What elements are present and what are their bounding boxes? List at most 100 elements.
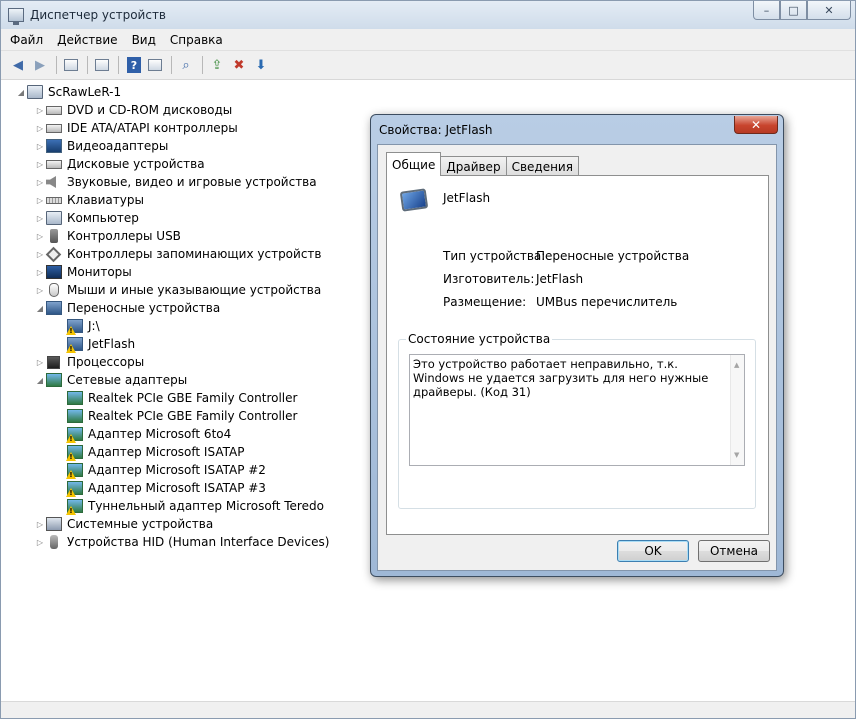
toolbar-separator	[118, 56, 119, 74]
scroll-up-icon[interactable]: ▲	[734, 358, 739, 372]
tree-root[interactable]: ◢ ScRawLeR-1	[15, 83, 121, 101]
tree-category[interactable]: ◢ Переносные устройства	[34, 299, 220, 317]
tree-category[interactable]: ◢ Сетевые адаптеры	[34, 371, 187, 389]
menu-file[interactable]: Файл	[10, 33, 43, 47]
expand-icon[interactable]: ▷	[34, 142, 46, 151]
tree-device[interactable]: J:\	[67, 317, 100, 335]
portable-device-icon	[399, 188, 429, 212]
tree-device[interactable]: Realtek PCIe GBE Family Controller	[67, 407, 297, 425]
collapse-icon[interactable]: ◢	[15, 88, 27, 97]
uninstall-device-icon[interactable]: ⬇	[251, 55, 271, 75]
tree-device[interactable]: Адаптер Microsoft ISATAP #3	[67, 479, 266, 497]
expand-icon[interactable]: ▷	[34, 250, 46, 259]
menu-view[interactable]: Вид	[132, 33, 156, 47]
menu-action[interactable]: Действие	[57, 33, 117, 47]
properties-icon[interactable]	[92, 55, 112, 75]
tree-category[interactable]: ▷ Видеоадаптеры	[34, 137, 168, 155]
device-status-text[interactable]: Это устройство работает неправильно, т.к…	[409, 354, 745, 466]
maximize-button[interactable]: □	[780, 1, 807, 20]
expand-icon[interactable]: ▷	[34, 358, 46, 367]
expand-icon[interactable]: ▷	[34, 196, 46, 205]
expand-icon[interactable]: ▷	[34, 538, 46, 547]
status-bar	[1, 701, 855, 718]
scan-hardware-icon[interactable]: ⌕	[176, 55, 196, 75]
tree-category[interactable]: ▷ Компьютер	[34, 209, 139, 227]
tree-device-label: Туннельный адаптер Microsoft Teredo	[88, 499, 324, 513]
tree-category[interactable]: ▷ Мыши и иные указывающие устройства	[34, 281, 321, 299]
status-scrollbar[interactable]: ▲ ▼	[730, 355, 744, 465]
device-name: JetFlash	[443, 191, 491, 205]
usb-icon	[50, 229, 58, 243]
tree-device[interactable]: Realtek PCIe GBE Family Controller	[67, 389, 297, 407]
network-adapter-icon	[46, 373, 62, 387]
tree-category-label: Мониторы	[67, 265, 132, 279]
network-adapter-icon	[67, 409, 83, 423]
tree-category-label: Клавиатуры	[67, 193, 144, 207]
expand-icon[interactable]: ▷	[34, 232, 46, 241]
display-adapter-icon	[46, 139, 62, 153]
ok-button[interactable]: OK	[617, 540, 689, 562]
tree-category-label: Переносные устройства	[67, 301, 221, 315]
expand-icon[interactable]: ▷	[34, 286, 46, 295]
manufacturer-value: JetFlash	[536, 272, 584, 286]
tab-driver[interactable]: Драйвер	[440, 156, 507, 176]
tree-device[interactable]: Адаптер Microsoft 6to4	[67, 425, 231, 443]
device-status-message: Это устройство работает неправильно, т.к…	[413, 357, 709, 399]
tree-category[interactable]: ▷ IDE ATA/ATAPI контроллеры	[34, 119, 238, 137]
tree-category-label: DVD и CD-ROM дисководы	[67, 103, 233, 117]
dialog-close-button[interactable]: ✕	[734, 116, 778, 134]
properties-dialog: Свойства: JetFlash ✕ Общие Драйвер Сведе…	[370, 114, 784, 577]
expand-icon[interactable]: ▷	[34, 160, 46, 169]
tree-category[interactable]: ▷ Устройства HID (Human Interface Devices…	[34, 533, 329, 551]
toolbar-separator	[56, 56, 57, 74]
tree-category[interactable]: ▷ Контроллеры USB	[34, 227, 181, 245]
tab-general[interactable]: Общие	[386, 152, 442, 176]
tree-category[interactable]: ▷ Клавиатуры	[34, 191, 144, 209]
tree-category-label: Компьютер	[67, 211, 139, 225]
cancel-button[interactable]: Отмена	[698, 540, 770, 562]
tree-device[interactable]: JetFlash	[67, 335, 135, 353]
monitor-icon	[46, 265, 62, 279]
tree-category[interactable]: ▷ Дисковые устройства	[34, 155, 205, 173]
storage-controller-icon	[45, 246, 62, 262]
help-icon[interactable]: ?	[127, 57, 141, 73]
dvd-drive-icon	[46, 105, 62, 115]
close-button[interactable]: ✕	[807, 1, 851, 20]
title-bar[interactable]: Диспетчер устройств – □ ✕	[1, 1, 855, 29]
device-status-label: Состояние устройства	[406, 332, 553, 346]
tree-category[interactable]: ▷ Контроллеры запоминающих устройств	[34, 245, 321, 263]
console-tree-icon[interactable]	[61, 55, 81, 75]
tree-category[interactable]: ▷ Мониторы	[34, 263, 132, 281]
tree-category[interactable]: ▷ Системные устройства	[34, 515, 213, 533]
expand-icon[interactable]: ▷	[34, 106, 46, 115]
expand-icon[interactable]: ▷	[34, 214, 46, 223]
tree-device[interactable]: Адаптер Microsoft ISATAP #2	[67, 461, 266, 479]
collapse-icon[interactable]: ◢	[34, 376, 46, 385]
tree-device[interactable]: Адаптер Microsoft ISATAP	[67, 443, 244, 461]
tree-category[interactable]: ▷ DVD и CD-ROM дисководы	[34, 101, 232, 119]
tree-device[interactable]: Туннельный адаптер Microsoft Teredo	[67, 497, 324, 515]
view-icon[interactable]	[145, 55, 165, 75]
menu-help[interactable]: Справка	[170, 33, 223, 47]
warning-network-adapter-icon	[67, 427, 83, 441]
expand-icon[interactable]: ▷	[34, 520, 46, 529]
minimize-button[interactable]: –	[753, 1, 780, 20]
scroll-down-icon[interactable]: ▼	[734, 448, 739, 462]
tree-category-label: Устройства HID (Human Interface Devices)	[67, 535, 330, 549]
tree-category-label: Мыши и иные указывающие устройства	[67, 283, 322, 297]
collapse-icon[interactable]: ◢	[34, 304, 46, 313]
tree-category[interactable]: ▷ Звуковые, видео и игровые устройства	[34, 173, 317, 191]
disable-device-icon[interactable]: ✖	[229, 55, 249, 75]
forward-icon[interactable]: ▶	[30, 55, 50, 75]
expand-icon[interactable]: ▷	[34, 124, 46, 133]
expand-icon[interactable]: ▷	[34, 268, 46, 277]
keyboard-icon	[46, 196, 62, 204]
update-driver-icon[interactable]: ⇪	[207, 55, 227, 75]
expand-icon[interactable]: ▷	[34, 178, 46, 187]
tree-category[interactable]: ▷ Процессоры	[34, 353, 144, 371]
tab-details[interactable]: Сведения	[505, 156, 579, 176]
warning-network-adapter-icon	[67, 463, 83, 477]
tree-category-label: Контроллеры USB	[67, 229, 181, 243]
back-icon[interactable]: ◀	[8, 55, 28, 75]
warning-network-adapter-icon	[67, 481, 83, 495]
